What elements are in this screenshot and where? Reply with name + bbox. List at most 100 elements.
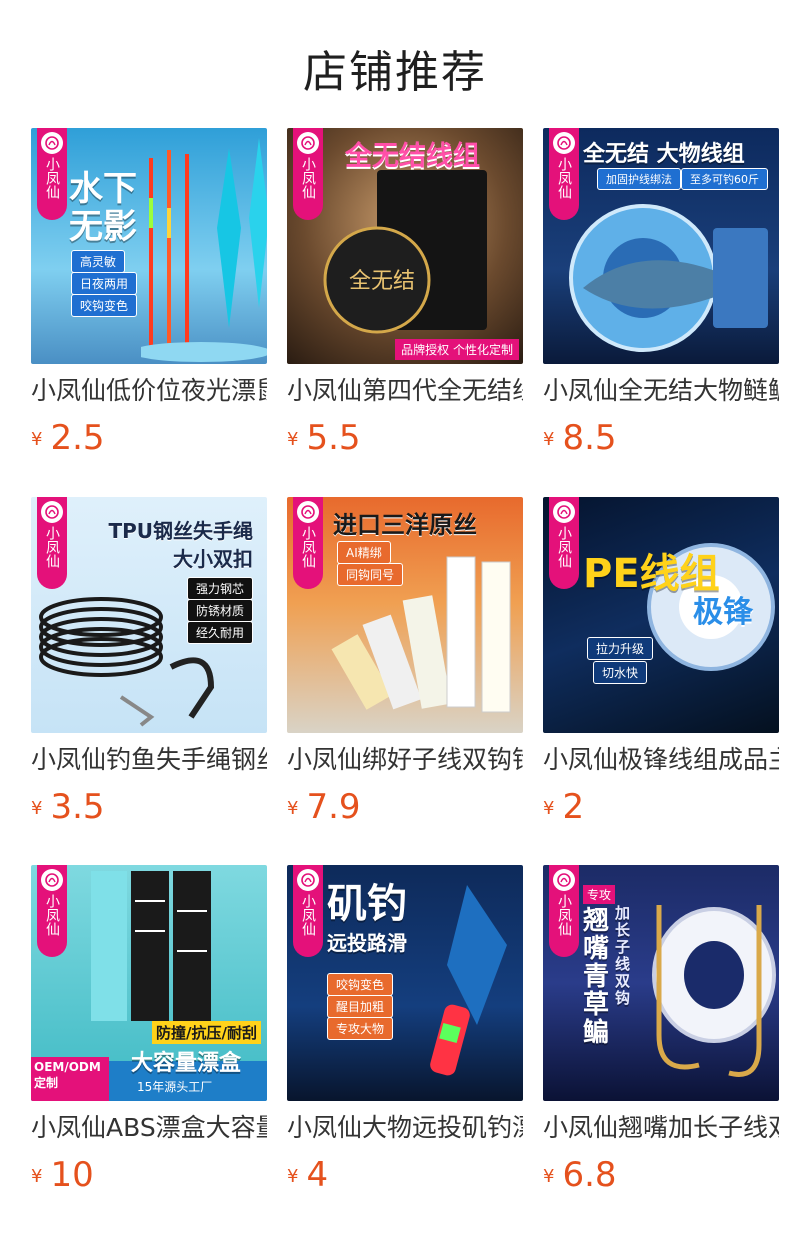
brand-logo-icon: [41, 132, 63, 154]
currency-symbol: ¥: [543, 798, 555, 819]
product-card[interactable]: 小凤仙 进口三洋原丝 AI精绑 同钩同号 小凤仙绑好子线双钩钩 ¥7.9: [287, 497, 523, 827]
ad-tag: 加固护线绑法: [597, 168, 681, 190]
price-value: 6.8: [562, 1155, 617, 1195]
product-card[interactable]: 小凤仙 全无结线组 全无结 品牌授权 个性化定制 小凤仙第四代全无结线组 ¥5.…: [287, 128, 523, 458]
spool-hook-illustration: [652, 905, 776, 1077]
brand-name: 小凤仙: [556, 157, 572, 199]
currency-symbol: ¥: [543, 429, 555, 450]
ad-tag: 专攻大物: [327, 1017, 394, 1040]
product-price: ¥7.9: [287, 787, 523, 827]
price-value: 10: [50, 1155, 94, 1195]
float-box-illustration: [91, 871, 211, 1021]
product-title[interactable]: 小凤仙绑好子线双钩钩: [287, 745, 523, 775]
brand-logo-icon: [41, 869, 63, 891]
product-price: ¥2.5: [31, 418, 267, 458]
brand-logo-icon: [553, 501, 575, 523]
brand-name: 小凤仙: [300, 894, 316, 936]
brand-tag: 小凤仙: [293, 865, 323, 957]
price-value: 3.5: [50, 787, 105, 827]
ad-headline: TPU钢丝失手绳: [108, 519, 253, 543]
brand-tag: 小凤仙: [37, 865, 67, 957]
ad-tag: 专攻: [583, 885, 616, 904]
product-image[interactable]: 小凤仙 水下无影 高灵敏 日夜两用 咬钩变色: [31, 128, 267, 364]
product-card[interactable]: 小凤仙 TPU钢丝失手绳 大小双扣 强力钢芯 防锈材质 经久耐用 小凤仙钓鱼失手…: [31, 497, 267, 827]
currency-symbol: ¥: [31, 429, 43, 450]
ad-subhead: 极锋: [693, 595, 753, 630]
brand-name: 小凤仙: [44, 157, 60, 199]
brand-logo-icon: [553, 869, 575, 891]
product-image[interactable]: 小凤仙 PE线组 极锋 拉力升级 切水快: [543, 497, 779, 733]
currency-symbol: ¥: [287, 429, 299, 450]
ad-badge: 品牌授权 个性化定制: [395, 339, 519, 360]
float-illustration: [141, 138, 267, 362]
ad-headline: 全无结线组: [345, 141, 480, 172]
packets-illustration: [331, 556, 511, 713]
product-image[interactable]: 小凤仙 防撞/抗压/耐刮 大容量漂盒 15年源头工厂 OEM/ODM定制: [31, 865, 267, 1101]
price-value: 2: [562, 787, 585, 827]
price-value: 2.5: [50, 418, 105, 458]
product-title[interactable]: 小凤仙极锋线组成品主: [543, 745, 779, 775]
currency-symbol: ¥: [31, 798, 43, 819]
product-image[interactable]: 小凤仙 全无结线组 全无结 品牌授权 个性化定制: [287, 128, 523, 364]
ad-tag: 咬钩变色: [71, 294, 138, 317]
product-title[interactable]: 小凤仙ABS漂盒大容量: [31, 1113, 267, 1143]
float-illustration: [430, 885, 507, 1076]
brand-name: 小凤仙: [300, 526, 316, 568]
brand-logo-icon: [297, 869, 319, 891]
ad-tag: 拉力升级: [587, 637, 654, 660]
product-title[interactable]: 小凤仙第四代全无结线组: [287, 376, 523, 406]
brand-logo-icon: [41, 501, 63, 523]
currency-symbol: ¥: [543, 1166, 555, 1187]
price-value: 8.5: [562, 418, 617, 458]
product-price: ¥6.8: [543, 1155, 779, 1195]
ad-headline: 矶钓: [327, 881, 407, 927]
product-card[interactable]: 小凤仙 全无结 大物线组 加固护线绑法 至多可钓60斤 小凤仙全无结大物鲢鳙 ¥…: [543, 128, 779, 458]
product-price: ¥5.5: [287, 418, 523, 458]
product-price: ¥3.5: [31, 787, 267, 827]
product-card[interactable]: 小凤仙 矶钓 远投路滑 咬钩变色 醒目加粗 专攻大物 小凤仙大物远投矶钓漂 ¥4: [287, 865, 523, 1195]
ad-headline: 水下无影: [69, 169, 137, 247]
product-image[interactable]: 小凤仙 全无结 大物线组 加固护线绑法 至多可钓60斤: [543, 128, 779, 364]
product-title[interactable]: 小凤仙钓鱼失手绳钢丝: [31, 745, 267, 775]
ad-tag: 醒目加粗: [327, 995, 394, 1018]
product-title[interactable]: 小凤仙全无结大物鲢鳙: [543, 376, 779, 406]
price-value: 7.9: [306, 787, 361, 827]
product-card[interactable]: 小凤仙 防撞/抗压/耐刮 大容量漂盒 15年源头工厂 OEM/ODM定制 小凤仙…: [31, 865, 267, 1195]
ad-headline: 进口三洋原丝: [333, 511, 477, 539]
ad-subhead: 加长子线双钩: [615, 904, 631, 1007]
ad-corner: OEM/ODM定制: [31, 1057, 109, 1101]
brand-name: 小凤仙: [44, 894, 60, 936]
brand-tag: 小凤仙: [37, 128, 67, 220]
currency-symbol: ¥: [287, 1166, 299, 1187]
ad-headline: 翘嘴青草鳊: [583, 906, 610, 1048]
ad-subhead: 防撞/抗压/耐刮: [152, 1021, 261, 1044]
brand-logo-icon: [297, 132, 319, 154]
currency-symbol: ¥: [287, 798, 299, 819]
brand-name: 小凤仙: [300, 157, 316, 199]
ad-tag: 咬钩变色: [327, 973, 394, 996]
product-image[interactable]: 小凤仙 TPU钢丝失手绳 大小双扣 强力钢芯 防锈材质 经久耐用: [31, 497, 267, 733]
svg-text:全无结: 全无结: [349, 269, 415, 294]
product-grid: 小凤仙 水下无影 高灵敏 日夜两用 咬钩变色 小凤仙低价位夜光漂鼠 ¥2.5 小…: [0, 0, 790, 1234]
product-image[interactable]: 小凤仙 进口三洋原丝 AI精绑 同钩同号: [287, 497, 523, 733]
price-value: 5.5: [306, 418, 361, 458]
ad-tag: 日夜两用: [71, 272, 138, 295]
brand-tag: 小凤仙: [549, 865, 579, 957]
product-title[interactable]: 小凤仙翘嘴加长子线双: [543, 1113, 779, 1143]
ad-tag: 高灵敏: [71, 250, 126, 273]
currency-symbol: ¥: [31, 1166, 43, 1187]
product-card[interactable]: 小凤仙 专攻 翘嘴青草鳊 加长子线双钩 小凤仙翘嘴加长子线双 ¥6.8: [543, 865, 779, 1195]
product-price: ¥10: [31, 1155, 267, 1195]
brand-logo-icon: [553, 132, 575, 154]
ad-footer: 15年源头工厂: [137, 1080, 213, 1094]
ad-subhead: 远投路滑: [327, 931, 407, 955]
product-image[interactable]: 小凤仙 矶钓 远投路滑 咬钩变色 醒目加粗 专攻大物: [287, 865, 523, 1101]
brand-name: 小凤仙: [556, 894, 572, 936]
product-title[interactable]: 小凤仙低价位夜光漂鼠: [31, 376, 267, 406]
product-title[interactable]: 小凤仙大物远投矶钓漂: [287, 1113, 523, 1143]
product-image[interactable]: 小凤仙 专攻 翘嘴青草鳊 加长子线双钩: [543, 865, 779, 1101]
product-card[interactable]: 小凤仙 PE线组 极锋 拉力升级 切水快 小凤仙极锋线组成品主 ¥2: [543, 497, 779, 827]
product-card[interactable]: 小凤仙 水下无影 高灵敏 日夜两用 咬钩变色 小凤仙低价位夜光漂鼠 ¥2.5: [31, 128, 267, 458]
ad-headline: 大容量漂盒: [131, 1051, 242, 1076]
ad-headline: 全无结 大物线组: [583, 142, 745, 167]
